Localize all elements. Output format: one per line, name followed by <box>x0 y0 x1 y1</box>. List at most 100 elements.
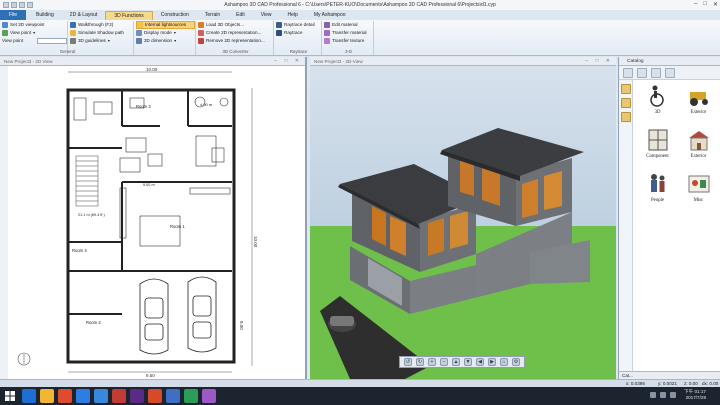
set-3d-viewpoint-button[interactable]: Set 3D viewpoint <box>2 21 67 29</box>
nav-up-icon[interactable]: ▲ <box>452 358 460 366</box>
menu-file[interactable]: File <box>0 10 26 20</box>
catalog-bottom-tab[interactable]: Cat... <box>619 371 720 379</box>
catalog-forward-icon[interactable] <box>637 67 647 78</box>
taskbar-app-icon[interactable] <box>76 389 90 403</box>
windows-taskbar: 下午 01:17 2017/7/29 <box>0 387 720 405</box>
taskbar-app-icon[interactable] <box>148 389 162 403</box>
menu-construction[interactable]: Construction <box>153 11 197 20</box>
nav-zoom-in-icon[interactable]: + <box>428 358 436 366</box>
3d-view-panel[interactable]: New Project3 - 3D-View – □ ✕ ↺ ↻ + − ▲ ▼… <box>310 57 616 379</box>
dim-right2-label: 8.00 <box>239 321 244 330</box>
menu-terrain[interactable]: Terrain <box>197 11 228 20</box>
network-icon[interactable] <box>650 392 656 398</box>
raytrace-icon <box>276 30 282 36</box>
3d-view-header: New Project3 - 3D-View – □ ✕ <box>310 57 616 66</box>
3d-rendering[interactable] <box>310 66 616 379</box>
catalog-tab[interactable]: Catalog <box>619 57 720 66</box>
misc-icon <box>688 175 709 193</box>
wheelchair-icon <box>649 85 664 107</box>
material-icon <box>324 22 330 28</box>
start-button[interactable] <box>0 387 20 405</box>
taskbar-app-icon[interactable] <box>22 389 36 403</box>
nav-right-icon[interactable]: ▶ <box>488 358 496 366</box>
status-bar: x: 0.0396 y: 0.0021 z: 0.00 dx: 0.00 <box>0 379 720 387</box>
menu-my-ashampoo[interactable]: My Ashampoo <box>306 11 354 20</box>
view-point-select[interactable]: View point <box>2 37 67 45</box>
room4-label: Room 4 <box>72 248 87 253</box>
3d-guidelines-button[interactable]: 3D guidelines ▾ <box>70 37 133 45</box>
people-icon <box>650 174 664 192</box>
menu-3d-functions[interactable]: 3D Functions <box>105 11 153 20</box>
simulate-shadow-button[interactable]: Simulate Shadow path <box>70 29 133 37</box>
stair-dim-label: 4.00 m <box>200 102 213 107</box>
windows-logo-icon <box>5 391 15 401</box>
ribbon-group-raytrace: Raytrace detail Raytrace Raytrace <box>276 21 322 55</box>
menu-building[interactable]: Building <box>28 11 62 20</box>
display-mode-button[interactable]: Display mode ▾ <box>136 29 195 37</box>
menu-bar: File Building 2D & Layout 3D Functions C… <box>0 10 720 20</box>
taskbar-app-icon[interactable] <box>130 389 144 403</box>
taskbar-app-icon[interactable] <box>166 389 180 403</box>
folder-icon[interactable] <box>620 98 631 108</box>
create-2d-representation-button[interactable]: Create 2D representation... <box>198 29 273 37</box>
floor-plan-drawing[interactable]: 10.00 9.50 10.00 8.00 Room 3 Room 1 Room… <box>0 66 305 379</box>
camera-icon <box>2 30 8 36</box>
3d-converter-label: 3D Converter <box>222 49 249 54</box>
view-point-dropdown[interactable]: View point ▾ <box>2 29 67 37</box>
catalog-item-3d[interactable]: 3D <box>637 83 678 121</box>
catalog-item-misc[interactable]: Misc <box>678 171 719 209</box>
nav-rotate-right-icon[interactable]: ↻ <box>416 358 424 366</box>
menu-edit[interactable]: Edit <box>228 11 253 20</box>
raytrace-button[interactable]: Raytrace <box>276 29 321 37</box>
folder-icon[interactable] <box>620 84 631 94</box>
menu-view[interactable]: View <box>253 11 280 20</box>
catalog-item-exterior-vehicle[interactable]: Exterior <box>678 83 719 121</box>
2d-view-panel[interactable]: New Project3 - 2D View – □ ✕ 10.00 9.50 … <box>0 57 307 379</box>
load-3d-objects-button[interactable]: Load 3D Objects... <box>198 21 273 29</box>
menu-2d-layout[interactable]: 2D & Layout <box>62 11 106 20</box>
volume-icon[interactable] <box>660 392 666 398</box>
catalog-home-icon[interactable] <box>651 67 661 78</box>
taskbar-apps <box>20 389 218 403</box>
general-group-label: General <box>59 49 76 54</box>
taskbar-app-icon[interactable] <box>184 389 198 403</box>
taskbar-app-icon[interactable] <box>94 389 108 403</box>
nav-left-icon[interactable]: ◀ <box>476 358 484 366</box>
transfer-material-button[interactable]: Transfer material <box>324 29 373 37</box>
minimize-icon[interactable]: – <box>694 1 697 8</box>
catalog-item-exterior-building[interactable]: Exterior <box>678 127 719 165</box>
panel-window-controls[interactable]: – □ ✕ <box>274 58 302 64</box>
panel-window-controls[interactable]: – □ ✕ <box>585 58 613 64</box>
3d-dimension-button[interactable]: 3D dimension ▾ <box>136 37 195 45</box>
menu-help[interactable]: Help <box>280 11 306 20</box>
ribbon-group-3d-converter: Load 3D Objects... Create 2D representat… <box>198 21 274 55</box>
folder-icon[interactable] <box>620 112 631 122</box>
edit-material-button[interactable]: Edit material <box>324 21 373 29</box>
room2-label: Room 2 <box>86 320 101 325</box>
taskbar-app-icon[interactable] <box>58 389 72 403</box>
catalog-item-people[interactable]: People <box>637 171 678 209</box>
nav-down-icon[interactable]: ▼ <box>464 358 472 366</box>
view-point-input[interactable] <box>37 38 67 44</box>
maximize-icon[interactable]: □ <box>703 1 707 8</box>
transfer-texture-button[interactable]: Transfer texture <box>324 37 373 45</box>
guidelines-icon <box>70 38 76 44</box>
catalog-back-icon[interactable] <box>623 67 633 78</box>
walkthrough-button[interactable]: Walkthrough (F2) <box>70 21 133 29</box>
taskbar-clock[interactable]: 下午 01:17 2017/7/29 <box>684 389 706 401</box>
taskbar-app-icon[interactable] <box>202 389 216 403</box>
internal-lightsources-button[interactable]: Internal lightsources <box>136 21 195 29</box>
window-title: Ashampoo 3D CAD Professional 6 - C:\User… <box>224 2 496 8</box>
nav-settings-icon[interactable]: ⚙ <box>512 358 520 366</box>
nav-rotate-left-icon[interactable]: ↺ <box>404 358 412 366</box>
remove-2d-representation-button[interactable]: Remove 2D representation... <box>198 37 273 45</box>
taskbar-app-icon[interactable] <box>112 389 126 403</box>
catalog-search-icon[interactable] <box>665 67 675 78</box>
nav-zoom-out-icon[interactable]: − <box>440 358 448 366</box>
nav-home-icon[interactable]: ⌂ <box>500 358 508 366</box>
close-icon[interactable]: ✕ <box>713 1 718 8</box>
raytrace-detail-button[interactable]: Raytrace detail <box>276 21 321 29</box>
taskbar-app-icon[interactable] <box>40 389 54 403</box>
catalog-item-component[interactable]: Component <box>637 127 678 165</box>
language-icon[interactable] <box>670 392 676 398</box>
